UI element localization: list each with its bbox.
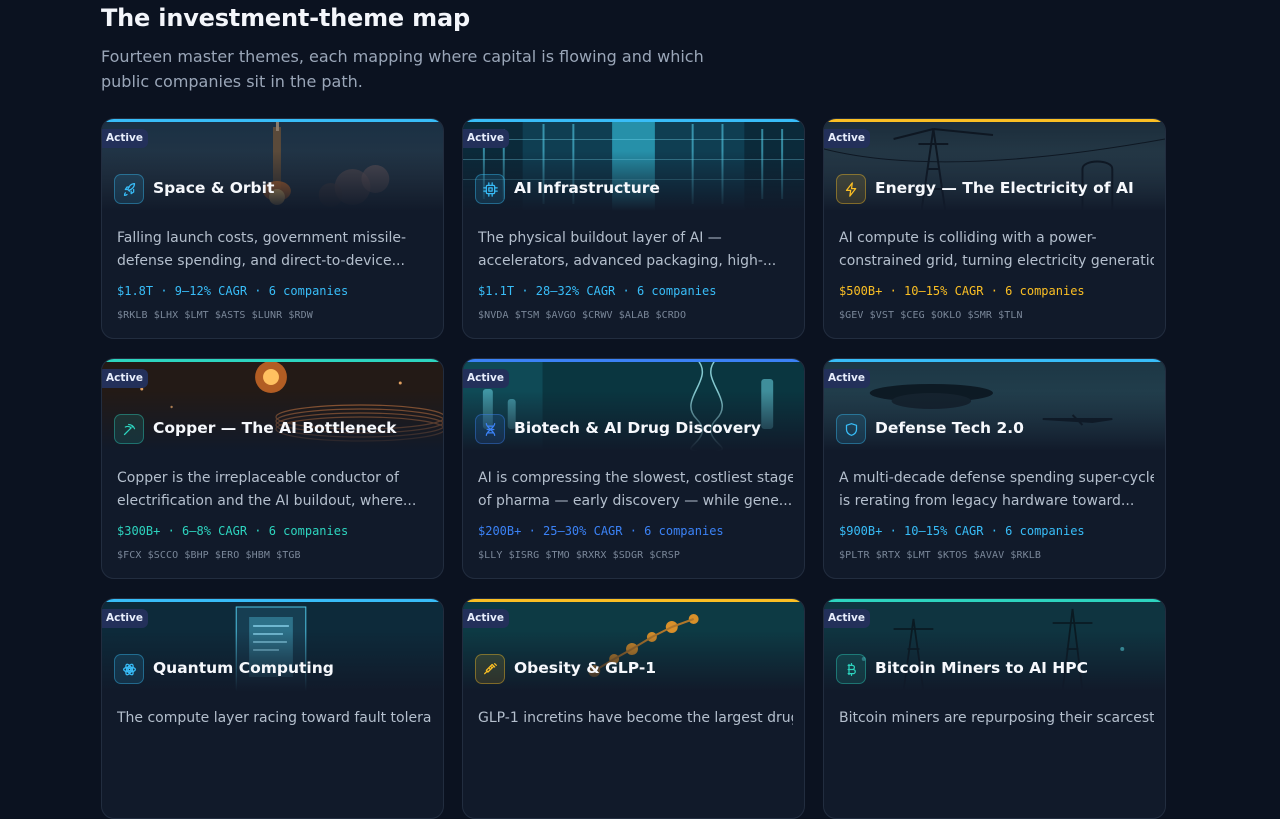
theme-stats: $300B+ · 6–8% CAGR · 6 companies: [117, 524, 349, 538]
theme-hero-image: [463, 359, 804, 451]
theme-name: Quantum Computing: [153, 659, 334, 677]
theme-hero-image: [102, 119, 443, 211]
theme-card-0[interactable]: Active Space & Orbit Falling launch cost…: [101, 118, 444, 339]
status-badge: Active: [463, 369, 509, 388]
theme-name: Obesity & GLP-1: [514, 659, 657, 677]
theme-tickers: $PLTR $RTX $LMT $KTOS $AVAV $RKLB: [839, 550, 1041, 561]
status-badge: Active: [102, 129, 148, 148]
theme-card-5[interactable]: Active Defense Tech 2.0 A multi-decade d…: [823, 358, 1166, 579]
theme-tickers: $NVDA $TSM $AVGO $CRWV $ALAB $CRDO: [478, 310, 687, 321]
theme-name: AI Infrastructure: [514, 179, 660, 197]
theme-tickers: $GEV $VST $CEG $OKLO $SMR $TLN: [839, 310, 1023, 321]
status-badge: Active: [824, 129, 870, 148]
theme-description: AI is compressing the slowest, costliest…: [478, 470, 793, 509]
theme-accent-bar: [102, 599, 443, 602]
status-badge: Active: [824, 369, 870, 388]
theme-description: Bitcoin miners are repurposing their sca…: [839, 710, 1154, 726]
theme-description: GLP-1 incretins have become the largest …: [478, 710, 793, 726]
shield-icon: [836, 414, 866, 444]
status-badge: Active: [463, 129, 509, 148]
theme-card-4[interactable]: Active Biotech & AI Drug Discovery AI is…: [462, 358, 805, 579]
theme-tickers: $RKLB $LHX $LMT $ASTS $LUNR $RDW: [117, 310, 313, 321]
pickaxe-icon: [114, 414, 144, 444]
theme-stats: $500B+ · 10–15% CAGR · 6 companies: [839, 284, 1085, 298]
theme-description: Falling launch costs, government missile…: [117, 230, 407, 269]
theme-card-1[interactable]: Active AI Infrastructure The physical bu…: [462, 118, 805, 339]
theme-hero-image: [102, 599, 443, 691]
theme-description: Copper is the irreplaceable conductor of…: [117, 470, 417, 509]
rocket-icon: [114, 174, 144, 204]
theme-accent-bar: [463, 119, 804, 122]
theme-accent-bar: [463, 359, 804, 362]
page-subtitle: Fourteen master themes, each mapping whe…: [101, 47, 704, 91]
dna-icon: [475, 414, 505, 444]
theme-stats: $1.1T · 28–32% CAGR · 6 companies: [478, 284, 717, 298]
theme-map-page: The investment-theme map Fourteen master…: [0, 0, 1280, 819]
theme-hero-image: [463, 119, 804, 211]
theme-stats: $900B+ · 10–15% CAGR · 6 companies: [839, 524, 1085, 538]
status-badge: Active: [102, 609, 148, 628]
theme-card-7[interactable]: Active Obesity & GLP-1 GLP-1 incretins h…: [462, 598, 805, 819]
theme-hero-image: [102, 359, 443, 451]
theme-accent-bar: [102, 359, 443, 362]
theme-description: A multi-decade defense spending super-cy…: [839, 470, 1154, 509]
status-badge: Active: [824, 609, 870, 628]
syringe-icon: [475, 654, 505, 684]
theme-hero-image: [824, 599, 1165, 691]
theme-description: AI compute is colliding with a power-con…: [839, 230, 1154, 269]
theme-hero-image: [463, 599, 804, 691]
theme-card-2[interactable]: Active Energy — The Electricity of AI AI…: [823, 118, 1166, 339]
theme-card-3[interactable]: Active Copper — The AI Bottleneck Copper…: [101, 358, 444, 579]
theme-name: Space & Orbit: [153, 179, 275, 197]
theme-accent-bar: [824, 599, 1165, 602]
theme-description: The physical buildout layer of AI — accel…: [478, 230, 777, 269]
theme-hero-image: [824, 359, 1165, 451]
theme-accent-bar: [824, 119, 1165, 122]
theme-name: Defense Tech 2.0: [875, 419, 1024, 437]
theme-stats: $1.8T · 9–12% CAGR · 6 companies: [117, 284, 349, 298]
theme-tickers: $LLY $ISRG $TMO $RXRX $SDGR $CRSP: [478, 550, 680, 561]
theme-card-8[interactable]: Active Bitcoin Miners to AI HPC Bitcoin …: [823, 598, 1166, 819]
theme-name: Energy — The Electricity of AI: [875, 179, 1134, 197]
status-badge: Active: [102, 369, 148, 388]
page-title: The investment-theme map: [101, 4, 470, 32]
bolt-icon: [836, 174, 866, 204]
theme-accent-bar: [824, 359, 1165, 362]
theme-hero-image: [824, 119, 1165, 211]
theme-accent-bar: [102, 119, 443, 122]
theme-name: Copper — The AI Bottleneck: [153, 419, 397, 437]
theme-name: Bitcoin Miners to AI HPC: [875, 659, 1088, 677]
theme-accent-bar: [463, 599, 804, 602]
chip-icon: [475, 174, 505, 204]
bitcoin-icon: [836, 654, 866, 684]
theme-card-6[interactable]: Active Quantum Computing The compute lay…: [101, 598, 444, 819]
theme-name: Biotech & AI Drug Discovery: [514, 419, 762, 437]
atom-icon: [114, 654, 144, 684]
theme-description: The compute layer racing toward fault to…: [117, 710, 432, 726]
theme-tickers: $FCX $SCCO $BHP $ERO $HBM $TGB: [117, 550, 301, 561]
status-badge: Active: [463, 609, 509, 628]
theme-stats: $200B+ · 25–30% CAGR · 6 companies: [478, 524, 724, 538]
